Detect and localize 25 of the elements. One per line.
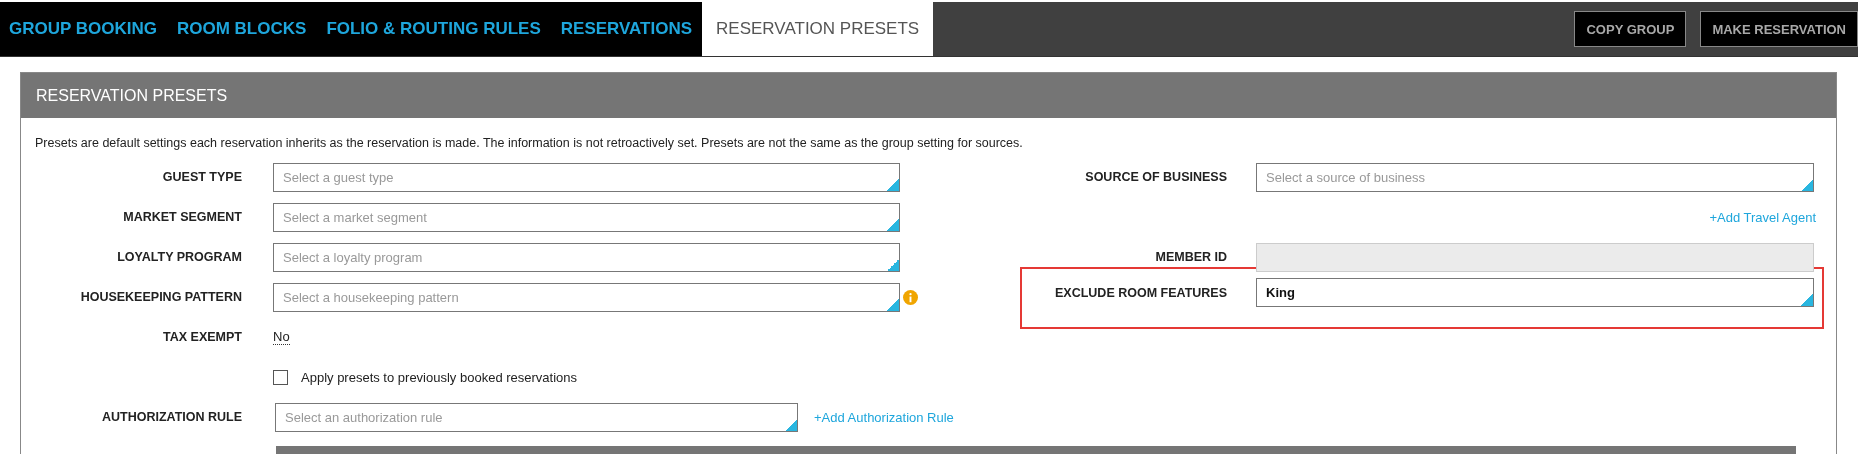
select-field[interactable]: King <box>1256 278 1814 307</box>
field-label: EXCLUDE ROOM FEATURES <box>1054 285 1227 300</box>
field-label: TAX EXEMPT <box>162 330 242 344</box>
field-label: SOURCE OF BUSINESS <box>1084 170 1227 184</box>
checkbox-label: Apply presets to previously booked reservations <box>301 369 578 385</box>
select-field[interactable]: Select a source of business <box>1256 162 1814 192</box>
field-label: MEMBER ID <box>1154 250 1227 264</box>
field-label: HOUSEKEEPING PATTERN <box>79 290 242 304</box>
field-label: GUEST TYPE <box>161 170 242 184</box>
select-field[interactable]: Select a housekeeping pattern <box>273 282 900 312</box>
field-label: MARKET SEGMENT <box>122 210 242 224</box>
select-field[interactable]: Select a market segment <box>273 202 900 232</box>
field-label: LOYALTY PROGRAM <box>116 250 242 264</box>
nav-tab[interactable]: RESERVATION PRESETS <box>702 2 934 56</box>
description-text: Presets are default settings each reservation inherits as the reservation is made. The information is not retroactively set. Presets are not the same as the group setting for sources. <box>34 135 1024 151</box>
select-field[interactable]: Select an authorization rule <box>275 402 798 432</box>
select-field[interactable]: Select a loyalty program <box>273 242 900 272</box>
panel-title: RESERVATION PRESETS <box>36 86 228 105</box>
toggle-link[interactable]: No <box>273 329 290 345</box>
action-button[interactable]: MAKE RESERVATION <box>1700 11 1858 47</box>
checkbox[interactable] <box>273 369 288 385</box>
select-field[interactable]: Select a guest type <box>273 162 900 192</box>
field-label: AUTHORIZATION RULE <box>100 410 242 424</box>
info-icon[interactable] <box>903 289 918 305</box>
action-button[interactable]: COPY GROUP <box>1574 11 1687 47</box>
